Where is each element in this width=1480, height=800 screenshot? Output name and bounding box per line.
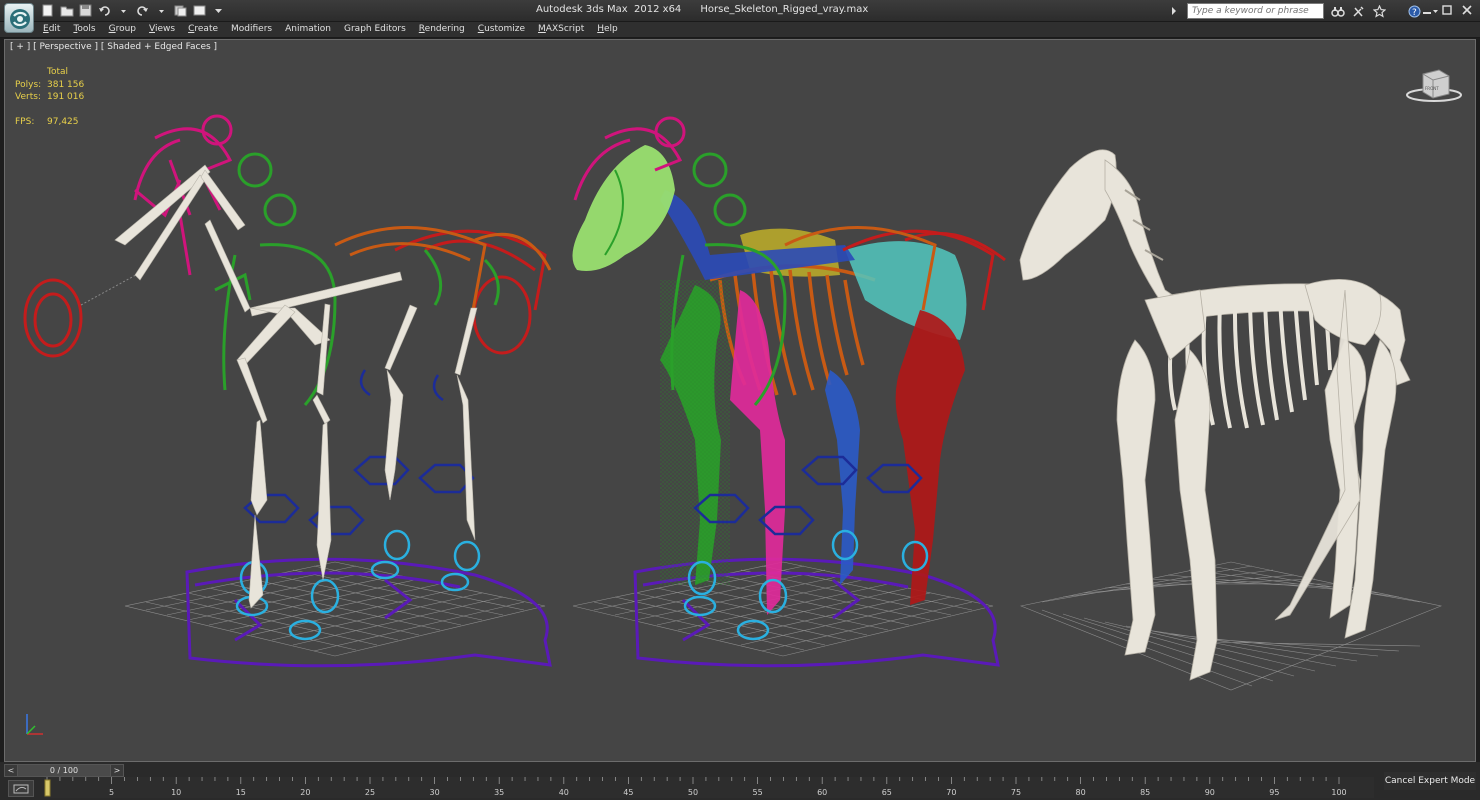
viewcube[interactable]: FRONT (1405, 66, 1463, 102)
horse-mesh-rig-middle[interactable] (572, 116, 1006, 668)
track-tick-label: 25 (365, 788, 375, 797)
favorites-star-icon[interactable] (1372, 4, 1387, 19)
menu-tools[interactable]: Tools (73, 24, 95, 34)
menu-animation[interactable]: Animation (285, 24, 331, 34)
menu-rendering[interactable]: Rendering (419, 24, 465, 34)
viewcube-face-label: FRONT (1425, 86, 1439, 91)
menu-items: Edit Tools Group Views Create Modifiers … (43, 24, 631, 34)
current-frame-marker[interactable] (44, 779, 51, 797)
maximize-icon[interactable] (1438, 2, 1456, 18)
track-tick-label: 70 (946, 788, 956, 797)
track-tick-label: 50 (688, 788, 698, 797)
customize-dropdown-icon[interactable] (211, 3, 226, 18)
time-slider-thumb[interactable]: 0 / 100 (17, 765, 111, 776)
track-tick-label: 55 (753, 788, 763, 797)
viewport-label[interactable]: [ + ] [ Perspective ] [ Shaded + Edged F… (10, 42, 217, 52)
track-tick-label: 60 (817, 788, 827, 797)
3ds-max-logo-icon (10, 9, 30, 29)
time-slider[interactable]: < 0 / 100 > (4, 764, 124, 777)
track-tick-label: 15 (236, 788, 246, 797)
menu-modifiers[interactable]: Modifiers (231, 24, 272, 34)
menu-edit[interactable]: Edit (43, 24, 60, 34)
track-tick-label: 100 (1331, 788, 1346, 797)
open-mini-curve-editor-icon[interactable] (8, 780, 34, 797)
track-tick-label: 5 (109, 788, 114, 797)
save-icon[interactable] (78, 3, 93, 18)
menu-group[interactable]: Group (109, 24, 136, 34)
close-icon[interactable] (1458, 2, 1476, 18)
menu-help[interactable]: Help (597, 24, 618, 34)
title-bar: Autodesk 3ds Max 2012 x64 Horse_Skeleton… (0, 0, 1480, 22)
redo-icon[interactable] (135, 3, 150, 18)
binoculars-icon[interactable] (1330, 4, 1345, 19)
menu-create[interactable]: Create (188, 24, 218, 34)
menu-bar: Edit Tools Group Views Create Modifiers … (0, 22, 1480, 38)
stats-fps-label: FPS: (15, 116, 35, 127)
stats-total-label: Total (47, 67, 69, 77)
track-tick-label: 10 (171, 788, 181, 797)
window-crossing-icon[interactable] (192, 3, 207, 18)
timeline-area: < 0 / 100 > 5 10 15 20 25 30 35 40 45 50 55 60 65 70 7… (0, 762, 1480, 800)
application-button[interactable] (4, 3, 34, 33)
track-tick-label: 40 (559, 788, 569, 797)
perspective-viewport[interactable]: [ + ] [ Perspective ] [ Shaded + Edged F… (4, 39, 1476, 762)
search-input[interactable] (1187, 3, 1324, 19)
scene-canvas[interactable] (5, 40, 1476, 762)
project-folder-icon[interactable] (173, 3, 188, 18)
viewport-statistics: Total Polys: 381 156 Verts: 191 016 FPS: 97… (15, 66, 84, 128)
cyan-pelvis-mesh (845, 241, 967, 340)
track-tick-label: 85 (1140, 788, 1150, 797)
stats-polys-label: Polys: (15, 79, 42, 90)
menu-views[interactable]: Views (149, 24, 175, 34)
stats-verts-value: 191 016 (47, 92, 85, 102)
menu-maxscript[interactable]: MAXScript (538, 24, 584, 34)
stats-polys-value: 381 156 (47, 79, 85, 90)
horse-rig-controls-left[interactable] (23, 114, 552, 668)
axis-tripod-icon (26, 714, 43, 735)
time-slider-next-icon[interactable]: > (111, 766, 123, 775)
cancel-expert-mode-button[interactable]: Cancel Expert Mode (1384, 772, 1476, 790)
stats-fps-value: 97,425 (47, 116, 79, 127)
menu-customize[interactable]: Customize (478, 24, 525, 34)
window-controls (1418, 2, 1476, 18)
track-tick-label: 45 (623, 788, 633, 797)
minimize-icon[interactable] (1418, 2, 1436, 18)
track-tick-label: 65 (882, 788, 892, 797)
tools-icon[interactable] (1351, 4, 1366, 19)
track-tick-label: 95 (1269, 788, 1279, 797)
infocenter: ? (1166, 3, 1443, 19)
track-tick-label: 30 (430, 788, 440, 797)
search-arrow-icon[interactable] (1166, 4, 1181, 19)
ground-grid-right (1019, 561, 1443, 691)
window-title: Autodesk 3ds Max 2012 x64 Horse_Skeleton… (536, 4, 869, 15)
magenta-foreleg-mesh (730, 290, 785, 615)
horse-skeleton-render-right[interactable] (1019, 149, 1411, 681)
time-slider-prev-icon[interactable]: < (5, 766, 17, 775)
quick-access-toolbar (40, 3, 226, 18)
undo-dropdown-icon[interactable] (116, 3, 131, 18)
undo-icon[interactable] (97, 3, 112, 18)
redo-dropdown-icon[interactable] (154, 3, 169, 18)
new-file-icon[interactable] (40, 3, 55, 18)
track-tick-label: 75 (1011, 788, 1021, 797)
track-tick-label: 90 (1205, 788, 1215, 797)
open-file-icon[interactable] (59, 3, 74, 18)
svg-text:?: ? (1412, 8, 1417, 18)
red-hindleg-mesh (895, 310, 965, 605)
stats-verts-label: Verts: (15, 92, 41, 102)
track-bar[interactable]: 5 10 15 20 25 30 35 40 45 50 55 60 65 70 75 80 85 90 95 100 (44, 777, 1374, 798)
track-tick-label: 35 (494, 788, 504, 797)
track-tick-label: 20 (300, 788, 310, 797)
track-tick-label: 80 (1076, 788, 1086, 797)
menu-graph-editors[interactable]: Graph Editors (344, 24, 406, 34)
